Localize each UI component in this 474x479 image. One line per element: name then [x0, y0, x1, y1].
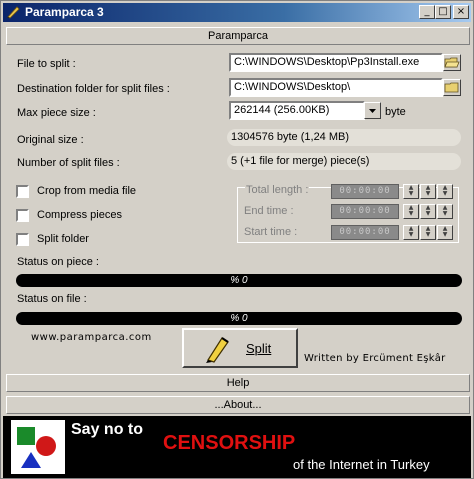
end-hours-spinner[interactable]: ▲ ▼ [403, 204, 419, 219]
file-to-split-label: File to split : [17, 58, 76, 70]
app-window: Paramparca 3 _ □ × Paramparca File to sp… [0, 0, 474, 479]
split-pen-icon [206, 337, 229, 363]
split-button[interactable]: Split [182, 328, 298, 368]
close-button[interactable]: × [453, 5, 469, 19]
crop-checkbox[interactable] [16, 185, 29, 198]
end-time-display: 00:00:00 [331, 204, 399, 219]
status-file-label: Status on file : [17, 293, 87, 305]
spin-arrows-icon: ▲ ▼ [408, 204, 414, 217]
about-label: ...About... [214, 399, 262, 411]
spin-arrows-icon: ▲ ▼ [408, 225, 414, 238]
close-icon: × [456, 6, 466, 17]
window-title: Paramparca 3 [25, 5, 104, 19]
paramparca-header-button[interactable]: Paramparca [6, 27, 470, 45]
spin-arrows-icon: ▲ ▼ [408, 184, 414, 197]
original-size-label: Original size : [17, 134, 84, 146]
total-minutes-spinner[interactable]: ▲ ▼ [420, 184, 436, 199]
max-piece-select[interactable]: 262144 (256.00KB) [229, 101, 365, 120]
destination-label: Destination folder for split files : [17, 83, 170, 95]
spin-arrows-icon: ▲ ▼ [425, 204, 431, 217]
start-time-label: Start time : [243, 226, 299, 238]
start-seconds-spinner[interactable]: ▲ ▼ [437, 225, 453, 240]
max-piece-unit: byte [385, 106, 406, 118]
app-icon [7, 6, 20, 19]
status-piece-label: Status on piece : [17, 256, 99, 268]
chevron-down-icon [369, 109, 376, 113]
help-button[interactable]: Help [6, 374, 470, 392]
max-piece-label: Max piece size : [17, 107, 96, 119]
folder-icon [444, 82, 459, 93]
help-label: Help [226, 377, 250, 389]
banner-line3: of the Internet in Turkey [293, 457, 430, 472]
browse-file-button[interactable] [443, 54, 461, 71]
total-seconds-spinner[interactable]: ▲ ▼ [437, 184, 453, 199]
piece-progress-bar: % 0 [16, 274, 462, 287]
compress-checkbox[interactable] [16, 209, 29, 222]
total-length-label: Total length : [245, 184, 310, 196]
shapes-logo-icon [17, 427, 56, 468]
crop-label: Crop from media file [37, 185, 137, 197]
file-to-split-input[interactable]: C:\WINDOWS\Desktop\Pp3Install.exe [229, 53, 443, 72]
author-credit: Written by Ercüment Eşkâr [304, 353, 446, 364]
destination-input[interactable]: C:\WINDOWS\Desktop\ [229, 78, 443, 97]
censorship-banner[interactable]: Say no to CENSORSHIP of the Internet in … [3, 416, 471, 478]
file-progress-bar: % 0 [16, 312, 462, 325]
compress-label: Compress pieces [37, 209, 122, 221]
title-bar[interactable]: Paramparca 3 _ □ × [3, 3, 471, 22]
maximize-button[interactable]: □ [435, 5, 451, 19]
end-time-label: End time : [243, 205, 295, 217]
spin-arrows-icon: ▲ ▼ [425, 225, 431, 238]
minimize-icon: _ [424, 6, 430, 17]
website-link[interactable]: www.paramparca.com [31, 332, 152, 343]
start-time-display: 00:00:00 [331, 225, 399, 240]
spin-arrows-icon: ▲ ▼ [442, 204, 448, 217]
banner-censorship: CENSORSHIP [163, 432, 296, 454]
split-folder-checkbox[interactable] [16, 233, 29, 246]
minimize-button[interactable]: _ [419, 5, 435, 19]
total-hours-spinner[interactable]: ▲ ▼ [403, 184, 419, 199]
start-hours-spinner[interactable]: ▲ ▼ [403, 225, 419, 240]
spin-arrows-icon: ▲ ▼ [442, 225, 448, 238]
original-size-value: 1304576 byte (1,24 MB) [227, 129, 461, 146]
banner-logo [11, 420, 65, 474]
max-piece-dropdown-button[interactable] [364, 102, 381, 119]
total-length-display: 00:00:00 [331, 184, 399, 199]
end-minutes-spinner[interactable]: ▲ ▼ [420, 204, 436, 219]
spin-arrows-icon: ▲ ▼ [425, 184, 431, 197]
maximize-icon: □ [438, 6, 448, 17]
start-minutes-spinner[interactable]: ▲ ▼ [420, 225, 436, 240]
about-button[interactable]: ...About... [6, 396, 470, 414]
browse-folder-button[interactable] [443, 79, 461, 96]
split-label: Split [246, 341, 272, 356]
header-label: Paramparca [208, 30, 268, 42]
num-split-value: 5 (+1 file for merge) piece(s) [227, 153, 461, 170]
banner-line1: Say no to [71, 421, 144, 438]
spin-arrows-icon: ▲ ▼ [442, 184, 448, 197]
split-folder-label: Split folder [37, 233, 89, 245]
num-split-label: Number of split files : [17, 157, 120, 169]
end-seconds-spinner[interactable]: ▲ ▼ [437, 204, 453, 219]
open-folder-icon [444, 57, 460, 68]
